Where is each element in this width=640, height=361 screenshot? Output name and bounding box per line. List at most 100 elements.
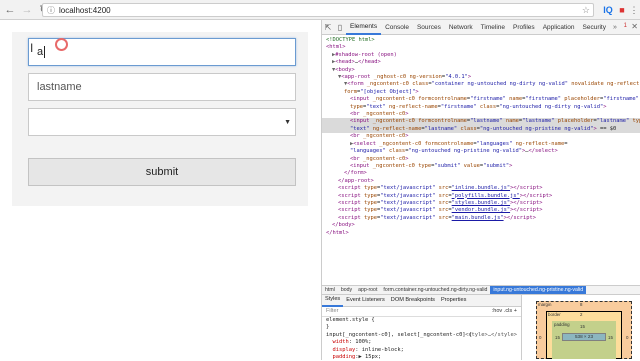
click-indicator-icon xyxy=(55,38,68,51)
inspect-icon[interactable]: ⇱ xyxy=(322,21,334,33)
style-source-link[interactable]: <style>…</style> xyxy=(465,332,517,339)
dom-node-line[interactable]: ▶#shadow-root (open) xyxy=(322,52,640,59)
style-rule-line[interactable]: display: inline-block; xyxy=(322,347,521,354)
breadcrumb: html body app-root form.container.ng-untouc… xyxy=(322,285,640,295)
firstname-input[interactable]: a xyxy=(28,38,296,66)
form-container: a I lastname ▼ submit xyxy=(12,32,308,206)
dom-node-line[interactable]: <br _ngcontent-c0> xyxy=(322,133,640,140)
styles-filter[interactable]: Filter :hov .cls + xyxy=(322,307,521,317)
breadcrumb-item[interactable]: input.ng-untouched.ng-pristine.ng-valid xyxy=(490,286,587,294)
breadcrumb-item[interactable]: body xyxy=(338,286,355,294)
dom-node-line[interactable]: <script type="text/javascript" src="inli… xyxy=(322,185,640,192)
dom-node-line[interactable]: type="text" ng-reflect-name="firstname" … xyxy=(322,104,640,111)
dom-node-line[interactable]: <input _ngcontent-c0 formcontrolname="la… xyxy=(322,118,640,126)
box-model-diagram: 538 × 23 margin 8 border 2 padding 15 0 … xyxy=(522,295,640,360)
info-icon[interactable]: ⓘ xyxy=(47,5,55,16)
star-icon[interactable]: ☆ xyxy=(582,5,590,16)
extension-icon[interactable]: ■ xyxy=(616,4,628,16)
dom-node-line[interactable]: form="[object Object]"> xyxy=(322,89,640,96)
lastname-input[interactable]: lastname xyxy=(28,73,296,101)
dom-node-line[interactable]: ▼<form _ngcontent-c0 class="container ng… xyxy=(322,81,640,88)
dom-node-line[interactable]: <br _ngcontent-c0> xyxy=(322,156,640,163)
style-rule-line[interactable]: width: 100%; xyxy=(322,339,521,346)
margin-right-value: 0 xyxy=(626,335,629,340)
dom-node-line[interactable]: ▼<app-root _nghost-c0 ng-version="4.0.1"… xyxy=(322,74,640,81)
margin-value: 8 xyxy=(580,302,583,307)
dom-node-line[interactable]: "languages" class="ng-untouched ng-prist… xyxy=(322,148,640,155)
dom-node-line[interactable]: <html> xyxy=(322,44,640,51)
dom-node-line[interactable]: <script type="text/javascript" src="main… xyxy=(322,215,640,222)
tab-application[interactable]: Application xyxy=(539,20,579,35)
margin-label: margin xyxy=(538,302,552,307)
firstname-value: a xyxy=(37,46,44,58)
device-toolbar-icon[interactable]: ▯ xyxy=(334,21,346,33)
browser-toolbar: ← → ↻ ⓘ localhost:4200 ☆ IQ ■ ⋮ xyxy=(0,0,640,20)
dom-node-line[interactable]: <!DOCTYPE html> xyxy=(322,37,640,44)
dom-node-line[interactable]: </form> xyxy=(322,170,640,177)
border-label: border xyxy=(548,312,561,317)
devtools-tabbar: ⇱ ▯ Elements Console Sources Network Timelin… xyxy=(322,20,640,35)
tab-profiles[interactable]: Profiles xyxy=(509,20,539,35)
breadcrumb-item[interactable]: app-root xyxy=(355,286,380,294)
breadcrumb-item[interactable]: html xyxy=(322,286,338,294)
style-rule-line[interactable]: } xyxy=(322,324,521,331)
back-icon[interactable]: ← xyxy=(3,3,17,17)
dom-node-line[interactable]: "text" ng-reflect-name="lastname" class=… xyxy=(322,125,640,134)
subtab-dom-breakpoints[interactable]: DOM Breakpoints xyxy=(388,295,438,307)
close-devtools-icon[interactable]: ✕ xyxy=(631,22,638,31)
menu-icon[interactable]: ⋮ xyxy=(628,4,640,16)
padding-label: padding xyxy=(554,322,570,327)
dom-node-line[interactable]: <script type="text/javascript" src="vend… xyxy=(322,207,640,214)
tab-console[interactable]: Console xyxy=(381,20,413,35)
dom-node-line[interactable]: ▶<head>…</head> xyxy=(322,59,640,66)
dom-node-line[interactable]: <br _ngcontent-c0> xyxy=(322,111,640,118)
devtools-tabs: Elements Console Sources Network Timeline Pro… xyxy=(346,20,610,35)
url-text: localhost:4200 xyxy=(59,5,111,15)
subtab-event-listeners[interactable]: Event Listeners xyxy=(343,295,388,307)
page-viewport: a I lastname ▼ submit xyxy=(0,20,321,360)
forward-icon[interactable]: → xyxy=(20,3,34,17)
tab-sources[interactable]: Sources xyxy=(413,20,445,35)
error-count-badge[interactable]: 1 xyxy=(624,23,627,29)
dom-node-line[interactable]: </body> xyxy=(322,222,640,229)
border-value: 2 xyxy=(580,312,583,317)
filter-placeholder: Filter xyxy=(326,307,339,314)
style-rules: element.style {} input[_ngcontent-c0], se… xyxy=(322,317,521,361)
padding-right-value: 15 xyxy=(608,335,613,340)
tab-elements[interactable]: Elements xyxy=(346,20,382,35)
margin-left-value: 0 xyxy=(539,335,542,340)
languages-select[interactable]: ▼ xyxy=(28,108,296,136)
styles-subtabs: Styles Event Listeners DOM Breakpoints Prop… xyxy=(322,295,521,307)
subtab-styles[interactable]: Styles xyxy=(322,295,344,307)
dom-node-line[interactable]: <script type="text/javascript" src="poly… xyxy=(322,193,640,200)
tab-timeline[interactable]: Timeline xyxy=(477,20,509,35)
lastname-placeholder: lastname xyxy=(37,81,82,93)
dom-node-line[interactable]: <input _ngcontent-c0 formcontrolname="fi… xyxy=(322,96,640,103)
tab-security[interactable]: Security xyxy=(579,20,610,35)
dom-node-line[interactable]: <input _ngcontent-c0 type="submit" value… xyxy=(322,163,640,170)
breadcrumb-item[interactable]: form.container.ng-untouched.ng-dirty.ng-… xyxy=(380,286,490,294)
padding-value: 15 xyxy=(580,324,585,329)
dom-node-line[interactable]: ▶<select _ngcontent-c0 formcontrolname="… xyxy=(322,141,640,148)
ibeam-cursor-icon: I xyxy=(30,41,34,55)
filter-tools[interactable]: :hov .cls + xyxy=(492,308,517,315)
style-rule-line[interactable]: element.style { xyxy=(322,317,521,324)
box-content: 538 × 23 xyxy=(562,333,606,341)
styles-pane: Styles Event Listeners DOM Breakpoints Prop… xyxy=(322,295,522,360)
dropdown-arrow-icon: ▼ xyxy=(284,119,291,126)
extension-iq-icon[interactable]: IQ xyxy=(602,4,614,16)
dom-node-line[interactable]: ▼<body> xyxy=(322,67,640,74)
elements-tree[interactable]: <!DOCTYPE html> <html> ▶#shadow-root (open… xyxy=(322,35,640,285)
tab-network[interactable]: Network xyxy=(445,20,477,35)
subtab-properties[interactable]: Properties xyxy=(438,295,470,307)
dom-node-line[interactable]: </html> xyxy=(322,230,640,237)
more-tabs-icon[interactable]: » xyxy=(610,24,620,31)
address-bar[interactable]: ⓘ localhost:4200 ☆ xyxy=(42,3,594,17)
dom-node-line[interactable]: <script type="text/javascript" src="styl… xyxy=(322,200,640,207)
submit-button[interactable]: submit xyxy=(28,158,296,186)
style-rule-line[interactable]: input[_ngcontent-c0], select[_ngcontent-… xyxy=(322,332,521,339)
padding-left-value: 15 xyxy=(555,335,560,340)
dom-node-line[interactable]: </app-root> xyxy=(322,178,640,185)
text-caret xyxy=(44,46,46,58)
devtools-panel: ⇱ ▯ Elements Console Sources Network Timelin… xyxy=(321,20,640,360)
